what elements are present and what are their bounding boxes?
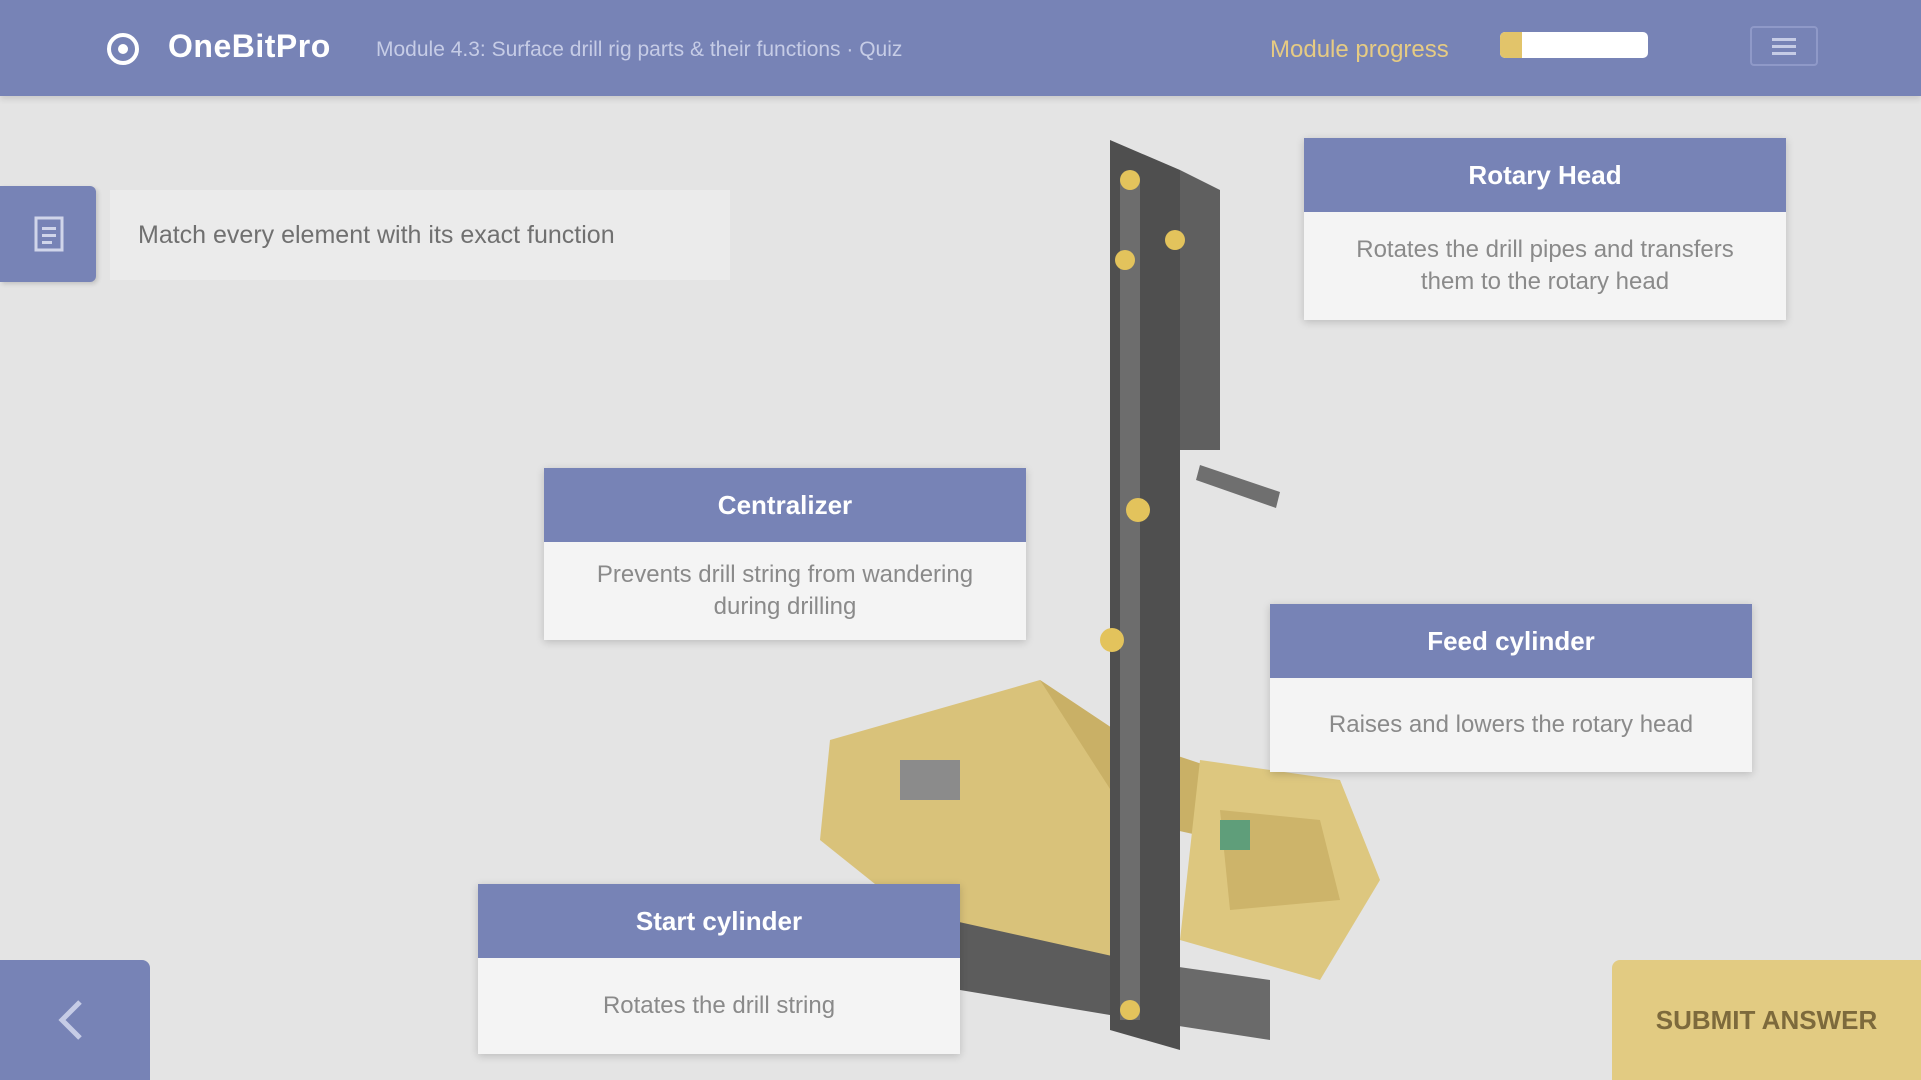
card-start-cylinder-description: Rotates the drill string: [478, 958, 960, 1054]
card-feed-cylinder-title: Feed cylinder: [1270, 604, 1752, 678]
instruction-box: Match every element with its exact funct…: [110, 190, 730, 280]
card-feed-cylinder[interactable]: Feed cylinder Raises and lowers the rota…: [1270, 604, 1752, 772]
card-centralizer-description: Prevents drill string from wandering dur…: [544, 542, 1026, 640]
card-rotary-head-title: Rotary Head: [1304, 138, 1786, 212]
card-rotary-head[interactable]: Rotary Head Rotates the drill pipes and …: [1304, 138, 1786, 320]
logo-icon: [107, 33, 139, 65]
card-start-cylinder[interactable]: Start cylinder Rotates the drill string: [478, 884, 960, 1054]
card-centralizer[interactable]: Centralizer Prevents drill string from w…: [544, 468, 1026, 640]
instruction-text: Match every element with its exact funct…: [138, 220, 615, 249]
progress-fill: [1500, 32, 1523, 58]
instructions-tab[interactable]: [0, 186, 96, 282]
card-centralizer-title: Centralizer: [544, 468, 1026, 542]
back-button[interactable]: [0, 960, 150, 1080]
card-start-cylinder-title: Start cylinder: [478, 884, 960, 958]
breadcrumb: Module 4.3: Surface drill rig parts & th…: [376, 38, 903, 61]
card-feed-cylinder-description: Raises and lowers the rotary head: [1270, 678, 1752, 772]
progress-bar: [1500, 32, 1648, 58]
list-icon: [34, 216, 64, 252]
chevron-left-icon: [58, 1000, 82, 1040]
menu-icon: [1772, 38, 1796, 55]
progress-label: Module progress: [1270, 36, 1449, 63]
submit-answer-button[interactable]: SUBMIT ANSWER: [1612, 960, 1921, 1080]
app-name: OneBitPro: [168, 28, 331, 64]
top-bar: OneBitPro Module 4.3: Surface drill rig …: [0, 0, 1921, 96]
menu-button[interactable]: [1750, 26, 1818, 66]
card-rotary-head-description: Rotates the drill pipes and transfers th…: [1304, 212, 1786, 320]
